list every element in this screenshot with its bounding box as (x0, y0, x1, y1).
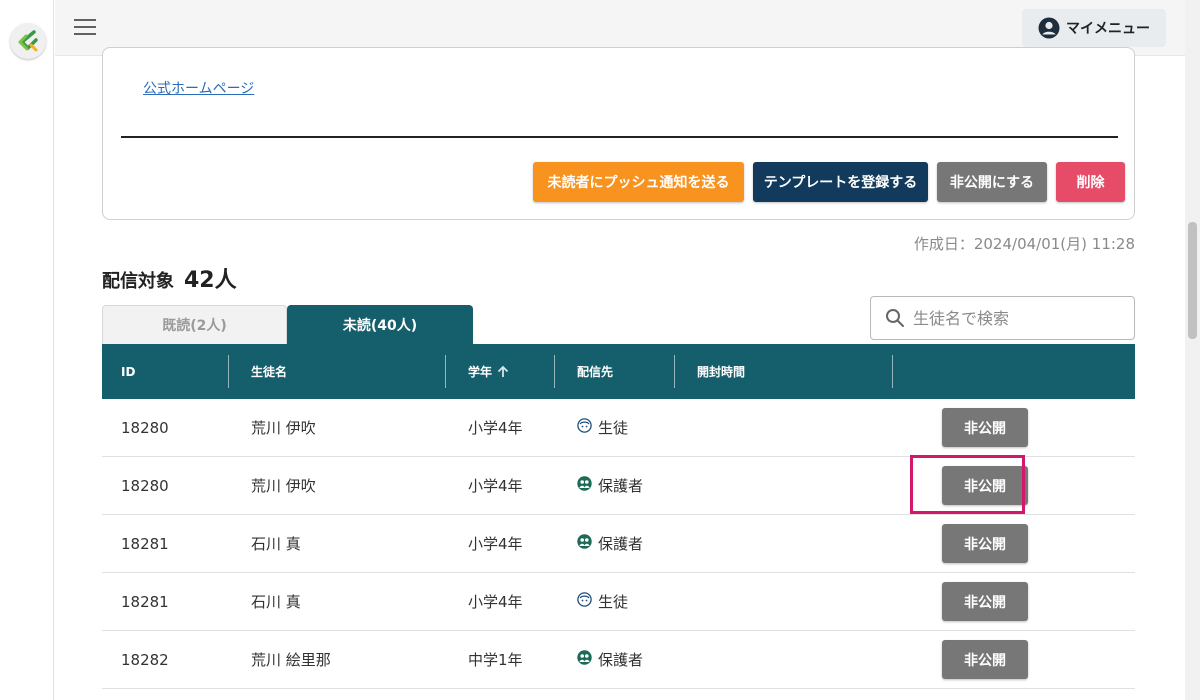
column-header-id[interactable]: ID (102, 355, 229, 388)
recipients-table: ID 生徒名 学年 配信先 開封時間 18280 荒川 伊吹 小学4年 生徒 非公開 18… (102, 344, 1135, 689)
guardian-icon (577, 650, 592, 669)
account-circle-icon (1038, 17, 1060, 39)
hamburger-menu-icon[interactable] (74, 19, 96, 37)
table-row: 18280 荒川 伊吹 小学4年 保護者 非公開 (102, 457, 1135, 515)
table-row: 18281 石川 真 小学4年 保護者 非公開 (102, 515, 1135, 573)
main-content: 公式ホームページ 未読者にプッシュ通知を送る テンプレートを登録する 非公開にす… (55, 47, 1185, 700)
cell-id: 18281 (121, 534, 169, 553)
guardian-icon (577, 476, 592, 495)
tab-unread[interactable]: 未読(40人) (287, 305, 473, 344)
cell-grade: 小学4年 (468, 419, 523, 437)
cell-actions: 非公開 (893, 524, 1135, 563)
guardian-icon (577, 534, 592, 553)
student-search-box[interactable] (870, 296, 1135, 340)
cell-student-name: 荒川 伊吹 (251, 477, 316, 495)
cell-actions: 非公開 (893, 582, 1135, 621)
destination-label: 生徒 (598, 419, 629, 437)
column-header-opened-at[interactable]: 開封時間 (675, 355, 893, 388)
search-icon (886, 309, 904, 327)
cell-actions: 非公開 (893, 408, 1135, 447)
column-header-name[interactable]: 生徒名 (229, 355, 446, 388)
cell-student-name: 石川 真 (251, 535, 301, 553)
destination-label: 生徒 (598, 593, 629, 611)
delete-button[interactable]: 削除 (1056, 162, 1125, 202)
column-header-actions (893, 355, 1135, 388)
push-unread-button[interactable]: 未読者にプッシュ通知を送る (533, 162, 744, 202)
message-card: 公式ホームページ 未読者にプッシュ通知を送る テンプレートを登録する 非公開にす… (102, 47, 1135, 220)
hide-button[interactable]: 非公開 (942, 582, 1028, 621)
cell-grade: 小学4年 (468, 593, 523, 611)
cell-student-name: 荒川 伊吹 (251, 419, 316, 437)
cell-destination: 保護者 (555, 649, 675, 670)
destination-label: 保護者 (598, 535, 644, 553)
make-private-button[interactable]: 非公開にする (937, 162, 1047, 202)
official-homepage-link[interactable]: 公式ホームページ (143, 78, 254, 98)
read-status-tabs: 既読(2人) 未読(40人) (102, 305, 473, 344)
hide-button[interactable]: 非公開 (942, 524, 1028, 563)
destination-label: 保護者 (598, 651, 644, 669)
cell-destination: 保護者 (555, 475, 675, 496)
cell-destination: 保護者 (555, 533, 675, 554)
destination-label: 保護者 (598, 477, 644, 495)
cell-actions: 非公開 (893, 466, 1135, 505)
my-menu-button[interactable]: マイメニュー (1022, 9, 1166, 47)
student-icon (577, 592, 592, 611)
divider (121, 136, 1118, 138)
cell-id: 18282 (121, 650, 169, 669)
column-header-destination[interactable]: 配信先 (555, 355, 675, 388)
column-header-grade[interactable]: 学年 (446, 355, 555, 388)
left-rail (0, 0, 54, 700)
message-actions: 未読者にプッシュ通知を送る テンプレートを登録する 非公開にする 削除 (533, 162, 1125, 202)
cell-student-name: 石川 真 (251, 593, 301, 611)
cell-id: 18281 (121, 592, 169, 611)
vertical-scrollbar[interactable] (1185, 0, 1200, 700)
scrollbar-thumb[interactable] (1188, 222, 1197, 339)
register-template-button[interactable]: テンプレートを登録する (753, 162, 928, 202)
my-menu-label: マイメニュー (1066, 21, 1150, 37)
cell-id: 18280 (121, 418, 169, 437)
table-row: 18282 荒川 絵里那 中学1年 保護者 非公開 (102, 631, 1135, 689)
cell-grade: 中学1年 (468, 651, 523, 669)
student-icon (577, 418, 592, 437)
cell-grade: 小学4年 (468, 535, 523, 553)
recipients-count: 42人 (184, 268, 237, 293)
cell-actions: 非公開 (893, 640, 1135, 679)
cell-id: 18280 (121, 476, 169, 495)
cell-grade: 小学4年 (468, 477, 523, 495)
recipients-heading: 配信対象 42人 (102, 262, 237, 294)
cell-destination: 生徒 (555, 417, 675, 438)
cell-student-name: 荒川 絵里那 (251, 651, 331, 669)
table-header: ID 生徒名 学年 配信先 開封時間 (102, 344, 1135, 399)
hide-button[interactable]: 非公開 (942, 408, 1028, 447)
table-body: 18280 荒川 伊吹 小学4年 生徒 非公開 18280 荒川 伊吹 小学4年 保護者 非公開 1… (102, 399, 1135, 689)
created-date: 作成日：2024/04/01(月) 11:28 (913, 235, 1135, 253)
hide-button[interactable]: 非公開 (942, 466, 1028, 505)
search-input[interactable] (913, 308, 1123, 328)
app-logo-icon[interactable] (10, 23, 46, 59)
table-row: 18280 荒川 伊吹 小学4年 生徒 非公開 (102, 399, 1135, 457)
sort-ascending-icon (497, 365, 509, 377)
table-row: 18281 石川 真 小学4年 生徒 非公開 (102, 573, 1135, 631)
cell-destination: 生徒 (555, 591, 675, 612)
tab-read[interactable]: 既読(2人) (102, 305, 287, 344)
hide-button[interactable]: 非公開 (942, 640, 1028, 679)
recipients-label: 配信対象 (102, 271, 174, 292)
